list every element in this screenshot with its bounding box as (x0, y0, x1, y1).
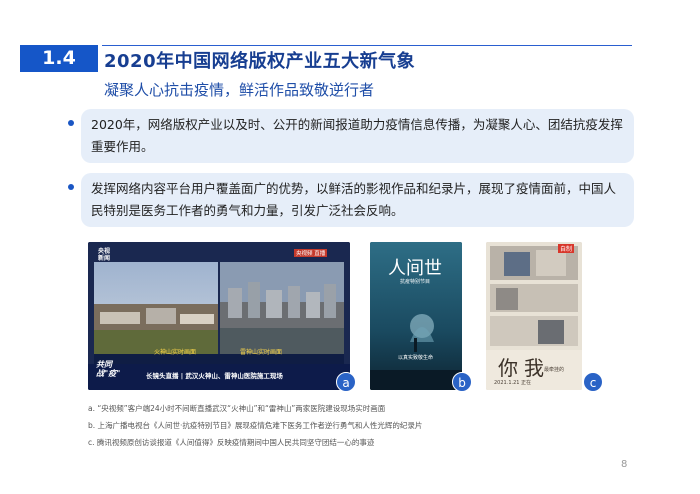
bullet-card-2: 发挥网络内容平台用户覆盖面广的优势，以鲜活的影视作品和纪录片，展现了疫情面前，中… (81, 173, 634, 227)
header-rule (102, 45, 632, 46)
self-made-tag: 自制 (558, 244, 575, 253)
image-documentary-poster: 人间世 抗疫特别节目 以真实致敬生命 (370, 242, 462, 390)
fight-epidemic-logo: 共同 战"疫" (96, 360, 121, 378)
interview-subtitle: 最牵挂的 (544, 367, 565, 373)
poster-subtitle: 抗疫特别节目 (400, 279, 431, 285)
section-number: 1.4 (20, 45, 98, 72)
live-tag: 央视频 直播 (294, 249, 328, 257)
huoshenshan-label: 火神山实时画面 (154, 349, 197, 356)
slide-subtitle: 凝聚人心抗击疫情，鲜活作品致敬逆行者 (104, 81, 375, 99)
caption-b: b. 上海广播电视台《人间世·抗疫特别节目》展现疫情危难下医务工作者逆行勇气和人… (88, 421, 423, 430)
leishenshan-label: 雷神山实时画面 (240, 349, 283, 356)
broadcast-ticker: 长镜头直播 | 武汉火神山、雷神山医院施工现场 (146, 372, 283, 380)
poster-bottom-text: 以真实致敬生命 (398, 355, 434, 361)
bullet-dot-2 (68, 184, 74, 190)
bullet-card-1: 2020年，网络版权产业以及时、公开的新闻报道助力疫情信息传播，为凝聚人心、团结… (81, 109, 634, 163)
badge-c: c (583, 372, 603, 392)
bullet-dot-1 (68, 120, 74, 126)
construction-scene-illustration (88, 242, 350, 390)
interview-date: 2021.1.21 正在 (494, 380, 532, 386)
cctv-news-logo: 央视 新闻 (98, 248, 111, 262)
slide-title: 2020年中国网络版权产业五大新气象 (104, 51, 416, 72)
caption-a: a. “央视频”客户端24小时不间断直播武汉“火神山”和“雷神山”两家医院建设现… (88, 404, 386, 413)
caption-c: c. 腾讯视频原创访谈报道《人间值得》反映疫情期间中国人民共同坚守团结一心的事迹 (88, 438, 375, 447)
badge-b: b (452, 372, 472, 392)
page-number: 8 (621, 459, 628, 470)
interview-title: 你我 (498, 356, 550, 380)
bullet-text-2: 发挥网络内容平台用户覆盖面广的优势，以鲜活的影视作品和纪录片，展现了疫情面前，中… (91, 181, 617, 218)
image-interview-poster: 自制 你我 最牵挂的 2021.1.21 正在 (486, 242, 582, 390)
poster-title: 人间世 (388, 258, 442, 279)
badge-a: a (336, 372, 356, 392)
image-live-broadcast: 央视 新闻 央视频 直播 火神山实时画面 雷神山实时画面 共同 战"疫" 长镜头… (88, 242, 350, 390)
bullet-text-1: 2020年，网络版权产业以及时、公开的新闻报道助力疫情信息传播，为凝聚人心、团结… (91, 117, 623, 154)
